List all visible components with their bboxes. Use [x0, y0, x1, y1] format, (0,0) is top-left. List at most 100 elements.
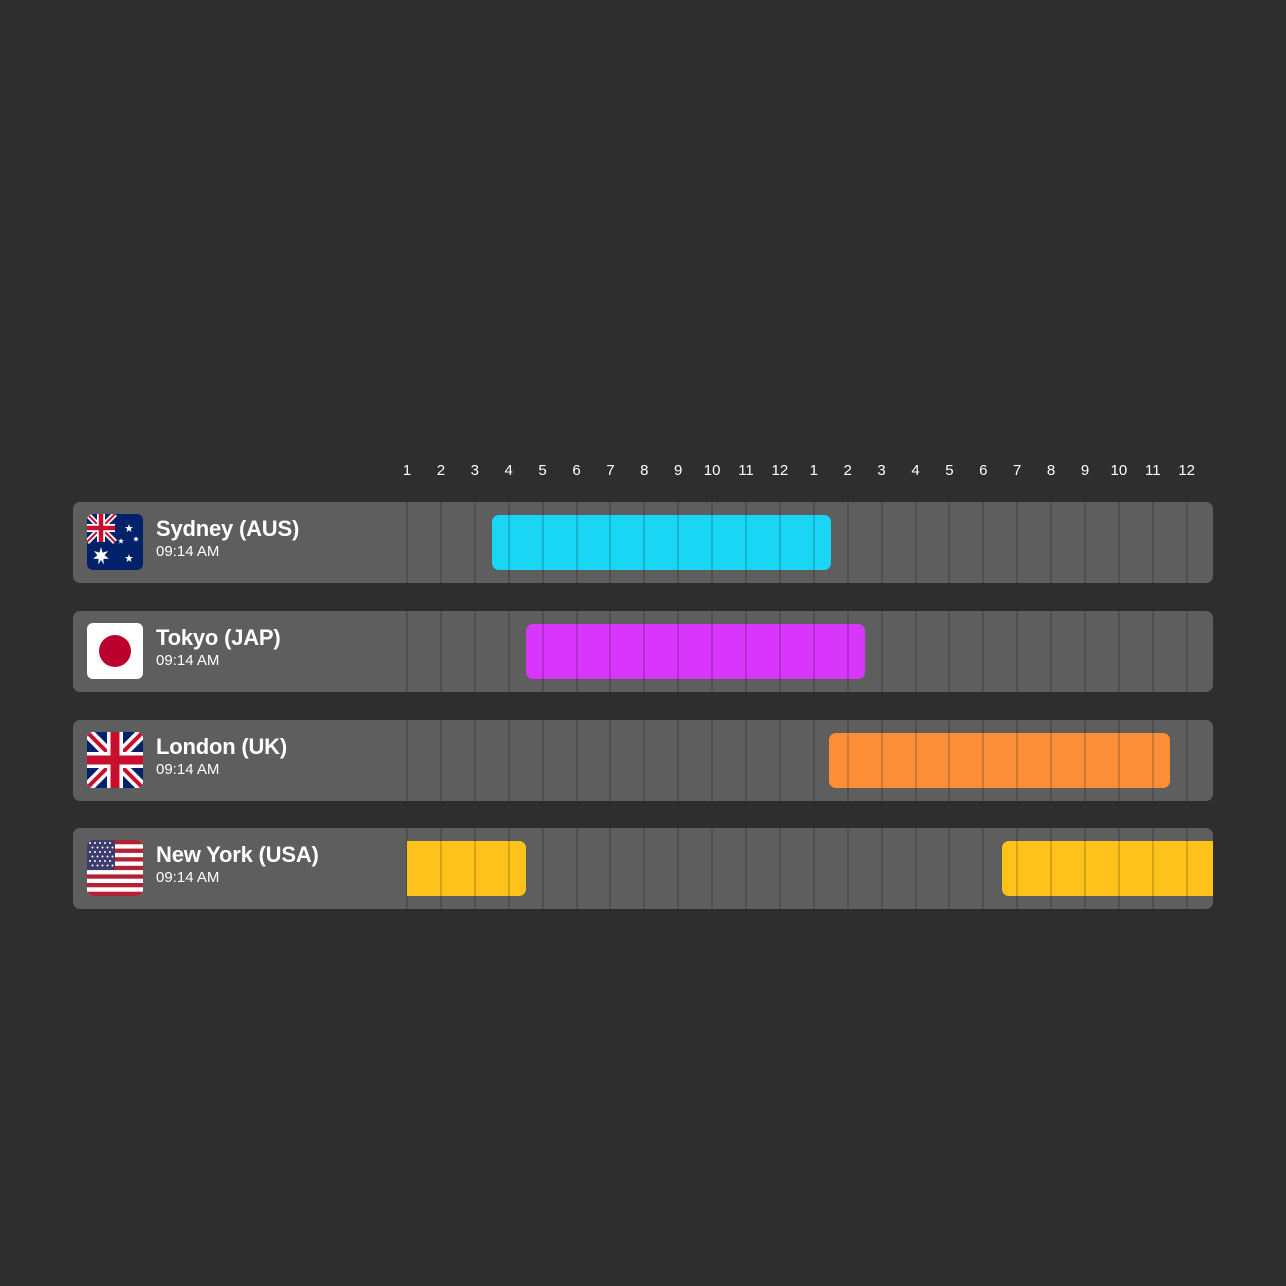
hour-gridline	[677, 720, 680, 801]
local-time: 09:14 AM	[156, 652, 220, 669]
hour-gridline	[948, 502, 951, 583]
hour-gridline	[846, 828, 849, 909]
hour-gridline	[609, 828, 612, 909]
hour-gridline	[880, 611, 883, 692]
hour-gridline	[406, 611, 408, 692]
bar-hour-separator	[1151, 841, 1154, 896]
japan-flag-icon	[87, 623, 143, 679]
hour-label: 12	[771, 462, 789, 479]
hour-gridline	[745, 828, 747, 909]
hour-gridline	[948, 828, 951, 909]
hour-gridline	[439, 611, 442, 692]
bar-hour-separator	[1084, 733, 1086, 788]
timezone-row-tokyo[interactable]: Tokyo (JAP) 09:14 AM	[73, 611, 1213, 692]
bar-hour-separator	[846, 733, 849, 788]
bar-hour-separator	[677, 624, 680, 679]
bar-hour-separator	[914, 733, 917, 788]
bar-hour-separator	[575, 624, 578, 679]
city-name: Sydney (AUS)	[156, 516, 300, 541]
bar-hour-separator	[1016, 841, 1019, 896]
hour-gridline	[507, 720, 510, 801]
bar-hour-separator	[778, 515, 781, 570]
bar-hour-separator	[575, 515, 578, 570]
hour-gridline	[507, 611, 510, 692]
bar-hour-separator	[711, 515, 714, 570]
bar-hour-separator	[541, 624, 544, 679]
local-time: 09:14 AM	[156, 869, 220, 886]
hour-label: 4	[911, 462, 920, 479]
hour-gridline	[609, 720, 612, 801]
hour-gridline	[1185, 720, 1188, 801]
bar-hour-separator	[948, 733, 951, 788]
hour-gridline	[1016, 502, 1019, 583]
hour-gridline	[880, 828, 883, 909]
hour-label: 9	[1080, 462, 1090, 479]
bar-hour-separator	[1050, 733, 1053, 788]
hour-gridline	[778, 720, 781, 801]
bar-hour-separator	[711, 624, 714, 679]
hour-label: 8	[640, 462, 649, 479]
hour-label: 11	[1145, 462, 1161, 479]
hour-gridline	[439, 502, 442, 583]
hour-gridline	[1185, 611, 1188, 692]
hour-label: 5	[538, 462, 547, 479]
hour-gridline	[1151, 502, 1154, 583]
hour-gridline	[846, 502, 849, 583]
hour-label: 6	[979, 462, 988, 479]
hour-gridline	[473, 611, 476, 692]
bar-hour-separator	[609, 515, 612, 570]
bar-hour-separator	[643, 515, 646, 570]
hour-label: 1	[809, 462, 818, 479]
hour-gridline	[643, 720, 646, 801]
hour-label: 10	[1110, 462, 1128, 479]
hour-gridline	[745, 720, 747, 801]
hour-gridline	[914, 611, 917, 692]
usa-flag-icon	[87, 840, 143, 896]
hour-gridline	[778, 828, 781, 909]
hour-gridline	[982, 611, 985, 692]
bar-hour-separator	[507, 841, 510, 896]
bar-hour-separator	[1185, 841, 1188, 896]
hour-gridline	[914, 502, 917, 583]
hour-gridline	[643, 828, 646, 909]
hour-label: 5	[945, 462, 954, 479]
hour-label: 7	[606, 462, 615, 479]
timezone-row-new-york[interactable]: New York (USA) 09:14 AM	[73, 828, 1213, 909]
hour-label: 10	[703, 462, 721, 479]
bar-hour-separator	[439, 841, 442, 896]
hour-gridline	[1016, 611, 1019, 692]
availability-bar[interactable]	[1001, 841, 1213, 896]
bar-hour-separator	[1117, 841, 1120, 896]
hour-gridline	[711, 720, 714, 801]
hour-label: 6	[572, 462, 581, 479]
hour-gridline	[406, 720, 408, 801]
hour-gridline	[541, 828, 544, 909]
hour-label: 7	[1013, 462, 1022, 479]
hour-label: 2	[436, 462, 446, 479]
bar-hour-separator	[846, 624, 849, 679]
bar-hour-separator	[778, 624, 781, 679]
city-name: London (UK)	[156, 734, 287, 759]
hour-gridline	[1151, 611, 1154, 692]
hour-gridline	[1117, 502, 1120, 583]
bar-hour-separator	[1151, 733, 1154, 788]
hour-label: 1	[402, 462, 412, 479]
hour-gridline	[575, 720, 578, 801]
city-name: Tokyo (JAP)	[156, 625, 281, 650]
hour-gridline	[711, 828, 714, 909]
local-time: 09:14 AM	[156, 761, 220, 778]
hour-gridline	[812, 720, 815, 801]
hour-label: 11	[738, 462, 754, 479]
bar-hour-separator	[1016, 733, 1019, 788]
hour-label: 3	[470, 462, 479, 479]
hour-gridline	[1050, 611, 1053, 692]
australia-flag-icon	[87, 514, 143, 570]
hour-gridline	[677, 828, 680, 909]
hour-gridline	[1185, 502, 1188, 583]
hour-label: 2	[843, 462, 852, 479]
timezone-row-london[interactable]: London (UK) 09:14 AM	[73, 720, 1213, 801]
hour-gridline	[982, 828, 985, 909]
bar-hour-separator	[473, 841, 476, 896]
timezone-row-sydney[interactable]: Sydney (AUS) 09:14 AM	[73, 502, 1213, 583]
bar-hour-separator	[677, 515, 680, 570]
